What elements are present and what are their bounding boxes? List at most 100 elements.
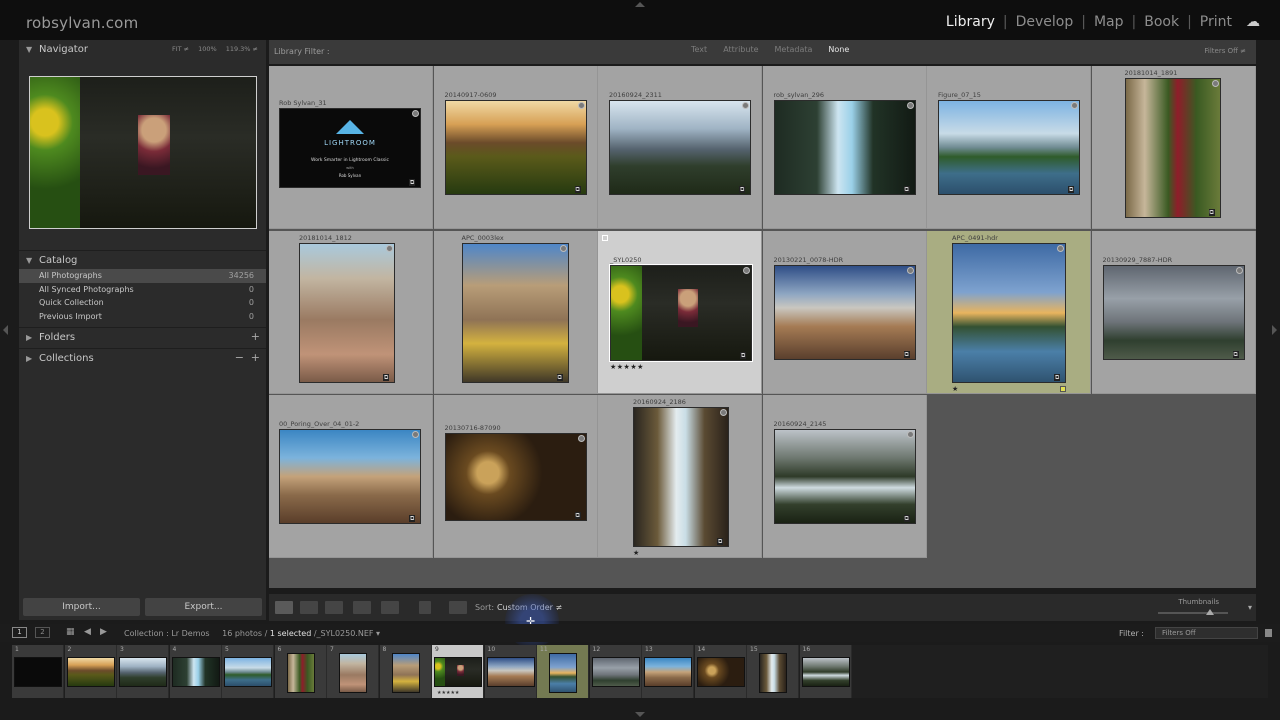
quick-collection-marker-icon[interactable] [1057, 244, 1064, 252]
filmstrip-cell[interactable]: 1 [12, 645, 64, 698]
filmstrip-cell[interactable]: 10 [484, 645, 537, 698]
quick-collection-marker-icon[interactable] [386, 244, 393, 252]
thumbnail-image[interactable] [773, 100, 916, 195]
grid-cell[interactable]: 20181014_1891 ⧉ [1091, 66, 1256, 229]
toolbar-menu-icon[interactable]: ▾ [1248, 603, 1252, 612]
quick-collection-marker-icon[interactable] [743, 266, 750, 274]
filmstrip-cell[interactable]: 14 [694, 645, 747, 698]
quick-collection-marker-icon[interactable] [906, 266, 914, 274]
module-book[interactable]: Book [1136, 14, 1187, 30]
cloud-sync-icon[interactable]: ☁ [1246, 14, 1268, 30]
grid-cell[interactable]: 20130221_0078-HDR ⧉ [762, 230, 927, 394]
secondary-window-button[interactable]: 2 [35, 627, 50, 638]
grid-cell[interactable]: 20181014_1812 ⧉ [269, 230, 433, 394]
add-collection-icon[interactable]: + [251, 351, 260, 364]
catalog-item-all-photographs[interactable]: All Photographs 34256 [19, 269, 266, 283]
grid-view-icon[interactable] [275, 601, 293, 614]
bottom-panel-toggle-icon[interactable] [635, 712, 645, 717]
thumbnail-image[interactable] [1124, 78, 1221, 218]
thumbnail-image[interactable] [609, 100, 751, 195]
grid-cell[interactable]: rob_sylvan_296 ⧉ [762, 66, 927, 229]
quick-collection-marker-icon[interactable] [906, 102, 914, 109]
catalog-header[interactable]: ▼ Catalog [19, 250, 266, 270]
edit-badge-icon[interactable]: ⧉ [556, 373, 563, 381]
filmstrip-cell[interactable]: 8 [379, 645, 432, 698]
navigator-header[interactable]: ▼ Navigator FIT ≠ 100% 119.3% ≠ [19, 40, 266, 60]
filmstrip-cell[interactable]: 6 [274, 645, 327, 698]
edit-badge-icon[interactable]: ⧉ [903, 186, 910, 193]
lock-icon[interactable] [1265, 629, 1272, 637]
filmstrip-filter-dropdown[interactable]: Filters Off [1155, 627, 1258, 639]
quick-collection-marker-icon[interactable] [906, 431, 914, 438]
remove-collection-icon[interactable]: − [235, 351, 244, 364]
edit-badge-icon[interactable]: ⧉ [574, 186, 581, 193]
grid-cell[interactable]: Figure_07_15 ⧉ [927, 66, 1091, 229]
quick-collection-marker-icon[interactable] [577, 102, 585, 109]
grid-cell[interactable]: 20160924_2311 ⧉ [598, 66, 762, 229]
slider-knob-icon[interactable] [1206, 609, 1214, 615]
thumbnail-image[interactable] [609, 263, 753, 362]
catalog-item-previous-import[interactable]: Previous Import 0 [19, 310, 266, 324]
filmstrip-cell[interactable]: 9 ★★★★★ [432, 645, 484, 698]
thumbnail-image[interactable] [444, 433, 587, 521]
filmstrip-cell[interactable]: 5 [222, 645, 274, 698]
zoom-100[interactable]: 100% [198, 45, 217, 53]
filmstrip-cell[interactable]: 11 [537, 645, 589, 698]
thumbnail-image[interactable] [773, 429, 916, 524]
zoom-fit[interactable]: FIT ≠ [172, 45, 189, 53]
main-window-button[interactable]: 1 [12, 627, 27, 638]
edit-badge-icon[interactable]: ⧉ [1054, 373, 1061, 381]
source-indicator[interactable]: Collection : Lr Demos 16 photos / 1 sele… [124, 629, 380, 638]
collapse-triangle-icon[interactable]: ▼ [26, 256, 32, 265]
grid-icon[interactable]: ▦ [66, 627, 75, 637]
edit-badge-icon[interactable]: ⧉ [739, 186, 746, 193]
edit-badge-icon[interactable]: ⧉ [1068, 186, 1075, 193]
grid-cell[interactable]: APC_0003lex ⧉ [433, 230, 598, 394]
edit-badge-icon[interactable]: ⧉ [409, 515, 416, 522]
left-panel-toggle-icon[interactable] [3, 325, 8, 335]
edit-badge-icon[interactable]: ⧉ [740, 351, 747, 359]
thumbnail-image[interactable] [952, 242, 1066, 383]
sort-order-dropdown[interactable]: Custom Order ≠ [497, 603, 562, 612]
quick-collection-marker-icon[interactable] [1071, 102, 1078, 109]
module-library[interactable]: Library [938, 14, 1003, 30]
star-rating[interactable]: ★ [633, 549, 640, 557]
navigator-preview[interactable] [29, 76, 257, 229]
grid-cell[interactable]: Rob Sylvan_31 LIGHTROOM Work Smarter in Li… [269, 66, 433, 229]
filmstrip-cell[interactable]: 15 [747, 645, 799, 698]
quick-collection-marker-icon[interactable] [577, 435, 585, 442]
edit-badge-icon[interactable]: ⧉ [903, 350, 910, 358]
thumbnail-image[interactable] [1102, 264, 1245, 360]
filter-option-text[interactable]: Text [683, 45, 715, 54]
quick-collection-marker-icon[interactable] [720, 409, 727, 416]
back-arrow-icon[interactable]: ◀ [84, 627, 91, 637]
thumbnail-image[interactable] [938, 100, 1080, 195]
forward-arrow-icon[interactable]: ▶ [100, 627, 107, 637]
add-folder-icon[interactable]: + [251, 330, 260, 343]
edit-badge-icon[interactable]: ⧉ [574, 512, 581, 519]
quick-collection-marker-icon[interactable] [1211, 80, 1219, 87]
filter-option-none[interactable]: None [820, 45, 857, 54]
loupe-view-icon[interactable] [300, 601, 318, 614]
edit-badge-icon[interactable]: ⧉ [903, 515, 910, 522]
quick-collection-marker-icon[interactable] [1235, 266, 1243, 274]
top-panel-toggle-icon[interactable] [635, 2, 645, 7]
grid-cell[interactable]: 20140917-0609 ⧉ [433, 66, 598, 229]
folders-header[interactable]: ▶ Folders + [19, 327, 266, 347]
color-label-icon[interactable] [1060, 385, 1066, 392]
thumbnail-image[interactable] [299, 242, 395, 383]
collapse-triangle-icon[interactable]: ▼ [26, 45, 32, 54]
grid-cell[interactable]: 20160924_2145 ⧉ [762, 395, 927, 558]
pick-flag-icon[interactable] [602, 234, 608, 241]
grid-cell[interactable]: 20160924_2186 ⧉ ★ [598, 395, 762, 558]
filmstrip-cell[interactable]: 13 [642, 645, 694, 698]
thumbnail-image[interactable] [279, 429, 421, 524]
quick-collection-marker-icon[interactable] [559, 244, 567, 252]
compare-view-icon[interactable] [325, 601, 343, 614]
filmstrip-cell[interactable]: 12 [589, 645, 642, 698]
edit-badge-icon[interactable]: ⧉ [409, 179, 416, 186]
quick-collection-marker-icon[interactable] [412, 110, 419, 117]
module-print[interactable]: Print [1192, 14, 1240, 30]
grid-cell[interactable]: 00_Poring_Over_04_01-2 ⧉ [269, 395, 433, 558]
grid-cell[interactable]: _SYL0250 ⧉ ★★★★★ [598, 230, 762, 394]
